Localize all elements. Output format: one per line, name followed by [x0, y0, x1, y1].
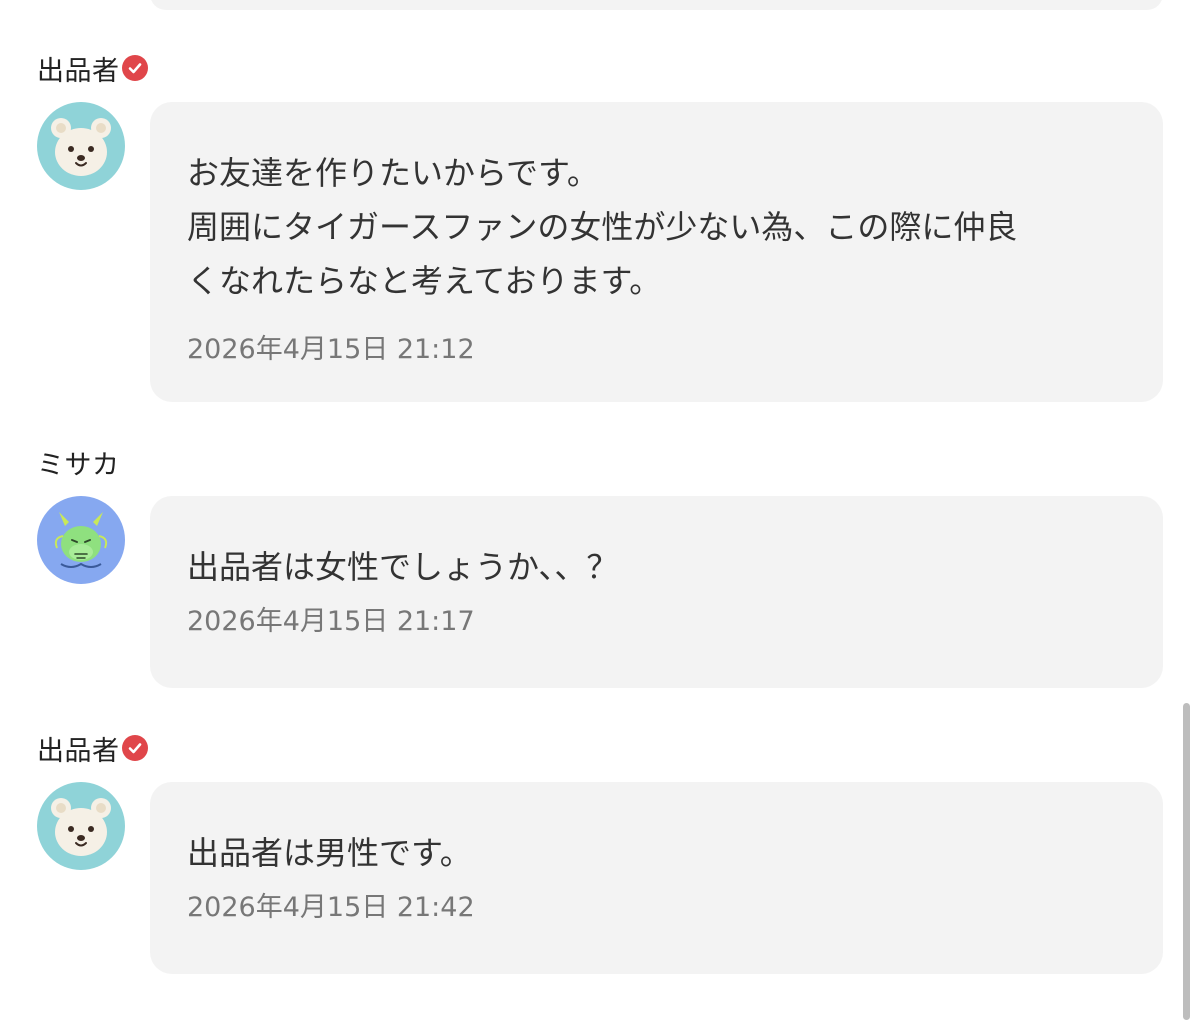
- comment-text-line: くなれたらなと考えております。: [187, 262, 662, 300]
- verified-check-icon: [121, 735, 148, 761]
- comment-text-line: 周囲にタイガースファンの女性が少ない為、この際に仲良: [187, 208, 1018, 246]
- comment-timestamp: 2026年4月15日 21:42: [187, 892, 475, 923]
- comment-author: ミサカ: [37, 444, 120, 481]
- comment-text-line: 出品者は男性です。: [187, 834, 472, 872]
- comment-author: 出品者: [37, 50, 148, 87]
- comment-bubble: 出品者は女性でしょうか、、？ 2026年4月15日 21:17: [150, 496, 1163, 688]
- comment-author: 出品者: [37, 730, 148, 767]
- verified-check-icon: [121, 55, 148, 81]
- previous-comment-bubble: [150, 0, 1163, 10]
- bear-avatar-icon[interactable]: [37, 782, 125, 870]
- vertical-scrollbar[interactable]: [1183, 703, 1190, 1020]
- author-name: ミサカ: [37, 449, 120, 481]
- comment-text-line: お友達を作りたいからです。: [187, 154, 599, 192]
- dragon-avatar-icon[interactable]: [37, 496, 125, 584]
- bear-avatar-icon[interactable]: [37, 102, 125, 190]
- comment-text-line: 出品者は女性でしょうか、、？: [187, 548, 619, 586]
- author-name: 出品者: [37, 735, 120, 767]
- comment-timestamp: 2026年4月15日 21:17: [187, 606, 475, 637]
- comment-bubble: お友達を作りたいからです。 周囲にタイガースファンの女性が少ない為、この際に仲良…: [150, 102, 1163, 402]
- comment-thread: 出品者 お友達を作りたいからです。 周囲にタイガースファンの女性が少ない為、この…: [0, 0, 1200, 1020]
- author-name: 出品者: [37, 55, 120, 87]
- comment-bubble: 出品者は男性です。 2026年4月15日 21:42: [150, 782, 1163, 974]
- comment-timestamp: 2026年4月15日 21:12: [187, 334, 475, 365]
